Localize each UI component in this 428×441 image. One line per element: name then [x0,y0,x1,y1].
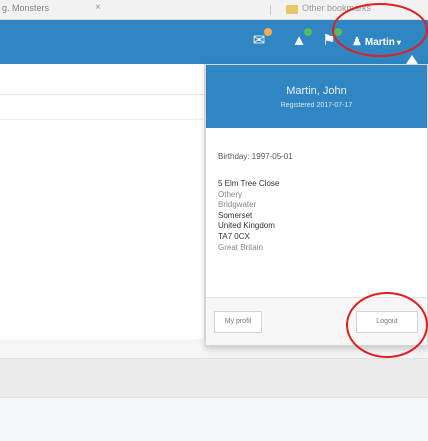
address-line: Somerset [218,210,253,220]
annotation-circle-user-menu [332,3,428,57]
member-since: Registered 2017-07-17 [280,102,353,109]
content-divider [0,119,205,120]
content-divider [0,94,205,95]
bookmark-separator [270,5,271,15]
alerts-badge [304,28,312,36]
my-profile-button[interactable]: My profil [214,311,262,333]
folder-icon[interactable] [286,5,298,14]
annotation-circle-logout [346,292,428,358]
address-line: Great Britain [218,242,263,252]
user-full-name: Martin, John [286,85,347,97]
messages-envelope-icon[interactable]: ✉ [248,28,272,52]
address-line: Othery [218,189,243,199]
messages-badge [264,28,272,36]
alerts-warning-icon[interactable]: ▲ [288,28,312,52]
user-info-block: Birthday: 1997-05-01 5 Elm Tree Close Ot… [218,152,293,253]
envelope-icon: ✉ [252,32,266,49]
address-line: 5 Elm Tree Close [218,179,280,188]
user-birthday: Birthday: 1997-05-01 [218,152,293,161]
tab-close-icon[interactable]: × [95,2,101,13]
browser-tab-title[interactable]: g. Monsters [2,3,49,13]
address-line: TA7 0CX [218,231,250,241]
main-content-panel [0,64,205,339]
dropdown-pointer [406,55,418,64]
user-dropdown-header: Martin, John Registered 2017-07-17 [206,65,427,128]
address-line: United Kingdom [218,221,275,231]
page-footer-band [0,358,428,398]
address-line: Bridgwater [218,200,257,210]
